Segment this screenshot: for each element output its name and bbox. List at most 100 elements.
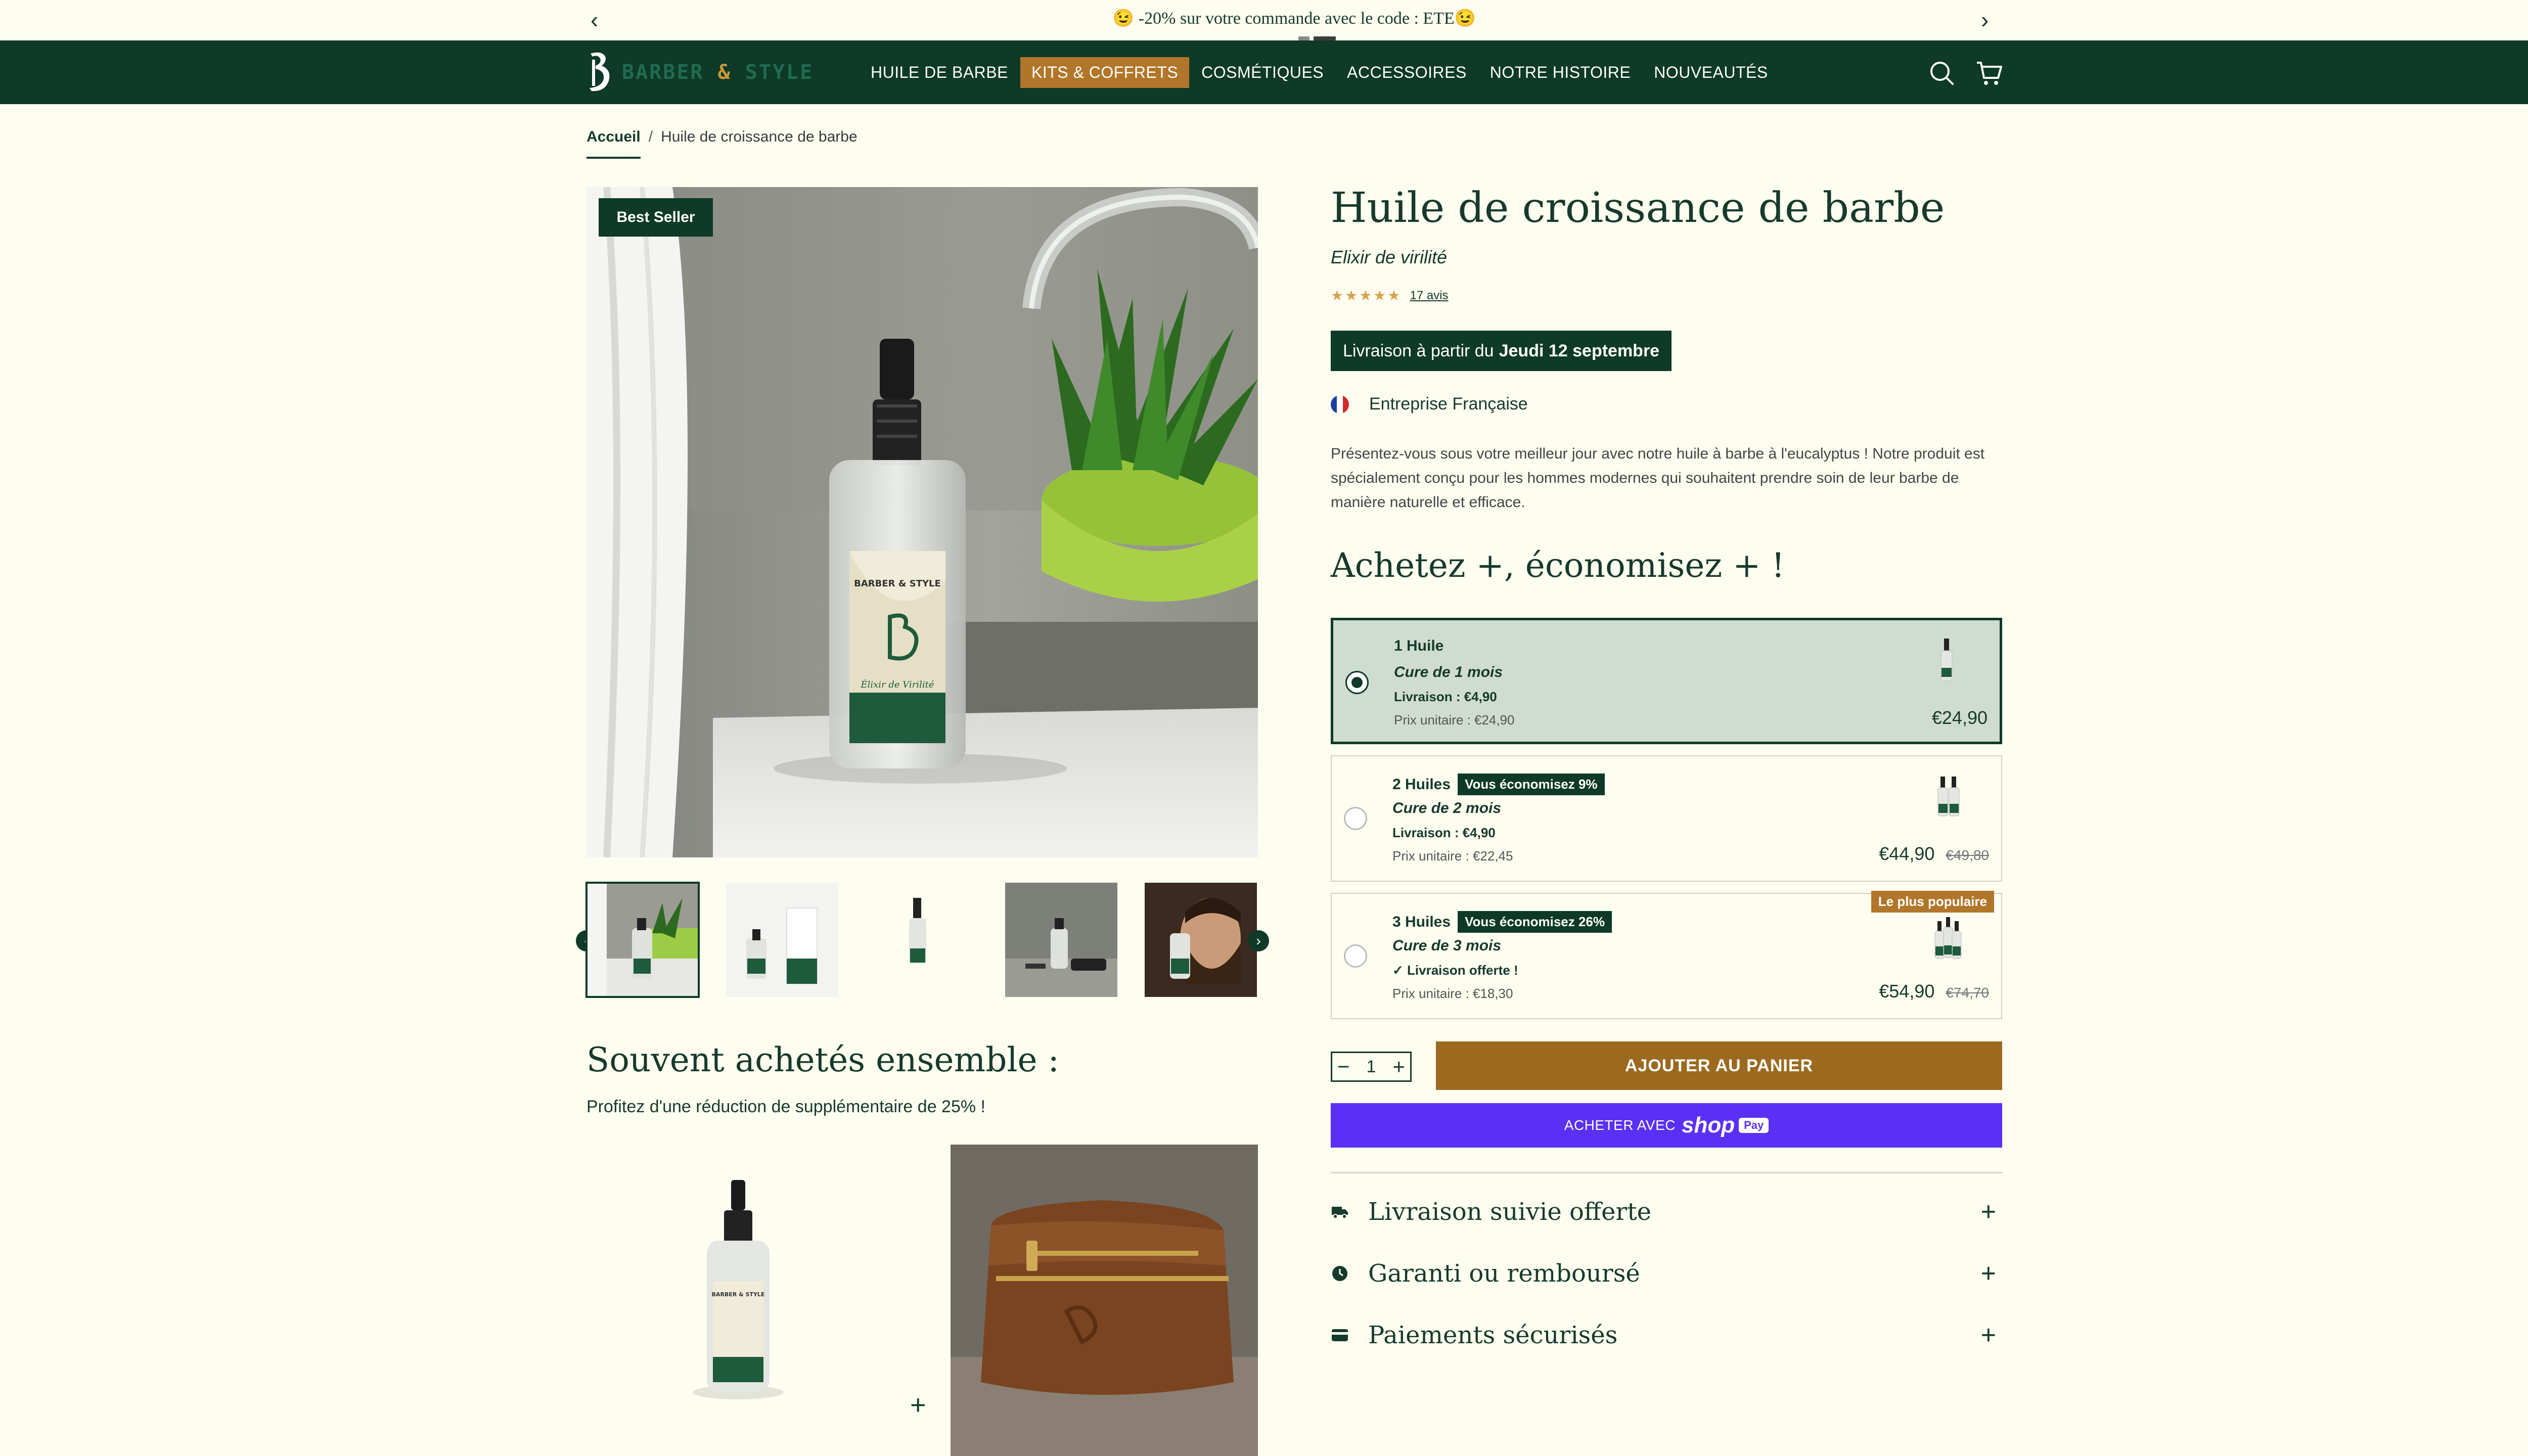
thumbnail-1[interactable] [585,882,700,998]
offer-old-price: €74,70 [1946,985,1989,1000]
thumbnail-5[interactable] [1145,883,1257,997]
offer-bottle-icon [1940,639,1953,681]
savings-badge: Vous économisez 9% [1458,774,1605,795]
slide-indicator[interactable] [1314,36,1336,40]
bottle-label-brand: BARBER & STYLE [854,578,941,589]
breadcrumb-separator: / [648,128,653,145]
toiletry-bag-image [951,1145,1258,1456]
nav-item-kits-coffrets[interactable]: KITS & COFFRETS [1020,57,1190,88]
product-subtitle: Elixir de virilité [1331,247,1448,267]
shop-pay-prefix: ACHETER AVEC [1564,1117,1676,1133]
nav-item-huile-de-barbe[interactable]: HUILE DE BARBE [860,57,1019,88]
card-icon [1332,1329,1348,1341]
logo-text-style: STYLE [745,61,814,84]
cart-icon[interactable] [1974,58,2004,88]
nav-item-nouveautes[interactable]: NOUVEAUTÉS [1643,57,1779,88]
brand-logo[interactable]: BARBER & STYLE [586,50,814,95]
offer-delivery: Livraison : €4,90 [1394,689,1497,704]
offer-radio[interactable] [1345,671,1369,694]
thumbnail-next-arrow[interactable]: › [1248,930,1269,951]
logo-mark-icon [590,52,610,92]
logo-text-barber: BARBER [622,61,704,84]
thumbnail-image [1005,883,1117,997]
breadcrumb-current: Huile de croissance de barbe [661,128,857,145]
expand-plus-icon[interactable]: + [1981,1320,1996,1350]
announcement-next-arrow[interactable]: › [1981,6,1989,33]
bundle-subtitle: Profitez d'une réduction de supplémentai… [586,1097,985,1116]
shop-pay-logo: shop [1681,1113,1735,1138]
offer-option-2[interactable]: 2 Huiles Vous économisez 9% Cure de 2 mo… [1331,755,2002,882]
delivery-estimate-badge: Livraison à partir du Jeudi 12 septembre [1331,331,1672,371]
nav-item-accessoires[interactable]: ACCESSOIRES [1336,57,1478,88]
add-to-cart-button[interactable]: AJOUTER AU PANIER [1436,1041,2002,1090]
offer-name: 2 Huiles Vous économisez 9% [1392,774,1605,795]
rating-stars-icon: ★★★★★ [1331,288,1402,303]
expand-plus-icon[interactable]: + [1981,1258,1996,1289]
quantity-increase-button[interactable]: + [1392,1056,1405,1077]
offer-option-3[interactable]: Le plus populaire 3 Huiles Vous économis… [1331,891,2002,1019]
main-nav: HUILE DE BARBE KITS & COFFRETS COSMÉTIQU… [860,53,1780,92]
thumbnail-image [866,883,978,997]
offer-price-value: €24,90 [1931,707,1988,728]
search-icon[interactable] [1926,58,1957,88]
french-company-label: Entreprise Française [1369,394,1528,414]
thumbnail-3[interactable] [866,883,978,997]
accordion-paiements[interactable]: Paiements sécurisés + [1331,1317,2002,1353]
offer-unit-price: Prix unitaire : €18,30 [1392,986,1513,1001]
best-seller-badge: Best Seller [599,198,713,237]
oil-bottle-image: BARBER & STYLE [586,1145,890,1456]
offer-cure: Cure de 3 mois [1392,937,1502,954]
bundle-product-oil-image[interactable]: BARBER & STYLE [586,1145,890,1456]
thumbnail-4[interactable] [1005,883,1117,997]
delivery-date: Jeudi 12 septembre [1499,341,1660,360]
breadcrumb-home-link[interactable]: Accueil [586,128,641,159]
product-title: Huile de croissance de barbe [1331,184,1945,232]
offer-name-text: 1 Huile [1394,638,1444,654]
nav-item-notre-histoire[interactable]: NOTRE HISTOIRE [1479,57,1642,88]
quantity-decrease-button[interactable]: − [1337,1056,1350,1077]
truck-icon [1332,1207,1348,1219]
offer-unit-price: Prix unitaire : €24,90 [1394,712,1515,727]
product-description: Présentez-vous sous votre meilleur jour … [1331,445,1985,511]
quantity-value[interactable]: 1 [1367,1057,1376,1077]
offer-delivery: Livraison : €4,90 [1392,825,1496,840]
offer-option-1[interactable]: 1 Huile Cure de 1 mois Livraison : €4,90… [1331,618,2002,744]
breadcrumb: Accueil / Huile de croissance de barbe [586,128,857,159]
product-main-image[interactable]: BARBER & STYLE Élixir de Virilité [586,187,1258,857]
offer-radio[interactable] [1344,944,1367,968]
bundle-plus-sign: + [910,1390,926,1420]
french-company: Entreprise Française [1331,394,1528,414]
accordion-livraison[interactable]: Livraison suivie offerte + [1331,1194,2002,1230]
offer-cure: Cure de 2 mois [1392,800,1502,816]
site-header: BARBER & STYLE HUILE DE BARBE KITS & COF… [0,40,2528,104]
offer-bottles-icon [1937,777,1960,816]
offer-price: €44,90 €49,80 [1879,843,1989,864]
offer-radio[interactable] [1344,807,1367,830]
offer-unit-price: Prix unitaire : €22,45 [1392,848,1513,863]
accordion-label: Livraison suivie offerte [1368,1198,1652,1226]
shop-pay-pay-badge: Pay [1739,1118,1769,1133]
delivery-prefix: Livraison à partir du [1343,341,1494,360]
offer-name-text: 3 Huiles [1392,913,1451,930]
offer-price: €24,90 [1932,707,1988,729]
slide-indicator[interactable] [1298,36,1310,40]
shop-pay-button[interactable]: ACHETER AVEC shop Pay [1331,1103,2002,1148]
offer-price-value: €44,90 [1879,843,1935,864]
logo-wordmark: BARBER & STYLE [622,61,814,84]
french-flag-icon [1331,395,1349,414]
bottle-label-name: Élixir de Virilité [861,678,934,690]
offer-name: 1 Huile [1394,638,1443,655]
bundle-product-bag-image[interactable] [951,1145,1258,1456]
nav-item-cosmetiques[interactable]: COSMÉTIQUES [1190,57,1335,88]
thumbnail-2[interactable] [726,883,838,997]
reviews-link[interactable]: 17 avis [1410,289,1449,303]
product-photo: BARBER & STYLE Élixir de Virilité [586,187,1258,857]
section-divider [1331,1172,2002,1173]
expand-plus-icon[interactable]: + [1981,1197,1996,1227]
most-popular-badge: Le plus populaire [1871,891,1994,913]
bundle-offer-title: Achetez +, économisez + ! [1331,546,1785,585]
offer-bottles-icon [1934,917,1962,959]
announcement-bar: ‹ 😉 -20% sur votre commande avec le code… [0,0,2528,40]
bottle-label-brand: BARBER & STYLE [712,1291,765,1298]
accordion-garanti[interactable]: Garanti ou remboursé + [1331,1256,2002,1291]
